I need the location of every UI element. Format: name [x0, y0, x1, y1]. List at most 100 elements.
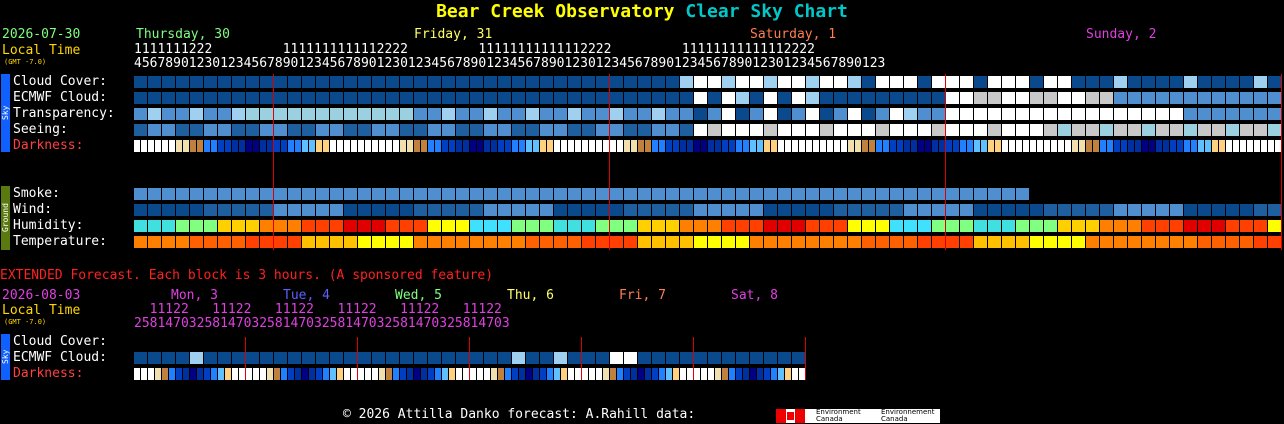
humidity-block [1212, 220, 1225, 232]
darkness-block [225, 140, 231, 152]
temperature-block [792, 236, 805, 248]
seeing-block [274, 124, 287, 136]
humidity-block [582, 220, 595, 232]
temperature-block [1072, 236, 1085, 248]
ext-day-separator-line [357, 337, 358, 380]
ecmwf-cloud-block [582, 92, 595, 104]
wind-block [820, 204, 833, 216]
humidity-block [526, 220, 539, 232]
seeing-block [694, 124, 707, 136]
smoke-block [722, 188, 735, 200]
seeing-block [1016, 124, 1029, 136]
seeing-block [456, 124, 469, 136]
darkness-block [1037, 140, 1043, 152]
darkness-block [337, 140, 343, 152]
ext-darkness-block [757, 368, 763, 380]
seeing-block [232, 124, 245, 136]
wind-block [512, 204, 525, 216]
darkness-block [722, 140, 728, 152]
transparency-block [862, 108, 875, 120]
darkness-block [463, 140, 469, 152]
cloud-cover-block [666, 76, 679, 88]
ext-ecmwf-block [652, 352, 665, 364]
seeing-block [330, 124, 343, 136]
ext-darkness-block [540, 368, 546, 380]
darkness-block [554, 140, 560, 152]
ext-ecmwf-block [134, 352, 147, 364]
humidity-block [1016, 220, 1029, 232]
ecmwf-cloud-block [1198, 92, 1211, 104]
seeing-block [470, 124, 483, 136]
darkness-block [575, 140, 581, 152]
ext-darkness-block [673, 368, 679, 380]
transparency-block [582, 108, 595, 120]
ext-darkness-block [764, 368, 770, 380]
wind-block [1184, 204, 1197, 216]
smoke-block [330, 188, 343, 200]
darkness-block [561, 140, 567, 152]
ext-darkness-block [281, 368, 287, 380]
cloud-cover-block [624, 76, 637, 88]
smoke-block [512, 188, 525, 200]
wind-block [1226, 204, 1239, 216]
ext-ecmwf-block [484, 352, 497, 364]
smoke-block [946, 188, 959, 200]
wind-block [330, 204, 343, 216]
seeing-block [386, 124, 399, 136]
wind-block [1100, 204, 1113, 216]
cloud-cover-block [1240, 76, 1253, 88]
temperature-block [624, 236, 637, 248]
darkness-block [1205, 140, 1211, 152]
wind-block [386, 204, 399, 216]
wind-block [1128, 204, 1141, 216]
wind-block [1044, 204, 1057, 216]
ext-darkness-block [442, 368, 448, 380]
wind-block [204, 204, 217, 216]
wind-block [862, 204, 875, 216]
transparency-block [750, 108, 763, 120]
ecmwf-cloud-block [190, 92, 203, 104]
temperature-block [274, 236, 287, 248]
ext-darkness-block [351, 368, 357, 380]
humidity-block [540, 220, 553, 232]
smoke-block [904, 188, 917, 200]
seeing-block [876, 124, 889, 136]
temperature-block [582, 236, 595, 248]
darkness-block [421, 140, 427, 152]
wind-block [652, 204, 665, 216]
seeing-block [946, 124, 959, 136]
ecmwf-cloud-block [680, 92, 693, 104]
ext-darkness-block [617, 368, 623, 380]
cloud-cover-block [960, 76, 973, 88]
transparency-block [974, 108, 987, 120]
darkness-block [610, 140, 616, 152]
seeing-block [526, 124, 539, 136]
cloud-cover-block [1156, 76, 1169, 88]
seeing-block [1058, 124, 1071, 136]
transparency-block [792, 108, 805, 120]
cloud-cover-block [512, 76, 525, 88]
ext-darkness-block [218, 368, 224, 380]
ecmwf-cloud-block [1100, 92, 1113, 104]
darkness-block [589, 140, 595, 152]
wind-block [288, 204, 301, 216]
seeing-block [666, 124, 679, 136]
wind-block [1240, 204, 1253, 216]
darkness-block [1275, 140, 1281, 152]
humidity-block [1030, 220, 1043, 232]
darkness-block [1149, 140, 1155, 152]
darkness-block [1065, 140, 1071, 152]
seeing-block [372, 124, 385, 136]
seeing-block [1044, 124, 1057, 136]
seeing-block [1100, 124, 1113, 136]
day-separator-line [273, 74, 274, 250]
ext-ecmwf-block [680, 352, 693, 364]
wind-block [1254, 204, 1267, 216]
ext-ecmwf-block [498, 352, 511, 364]
ext-darkness-block [456, 368, 462, 380]
humidity-block [400, 220, 413, 232]
seeing-block [960, 124, 973, 136]
day-separator-line [945, 74, 946, 250]
smoke-block [554, 188, 567, 200]
temperature-block [372, 236, 385, 248]
